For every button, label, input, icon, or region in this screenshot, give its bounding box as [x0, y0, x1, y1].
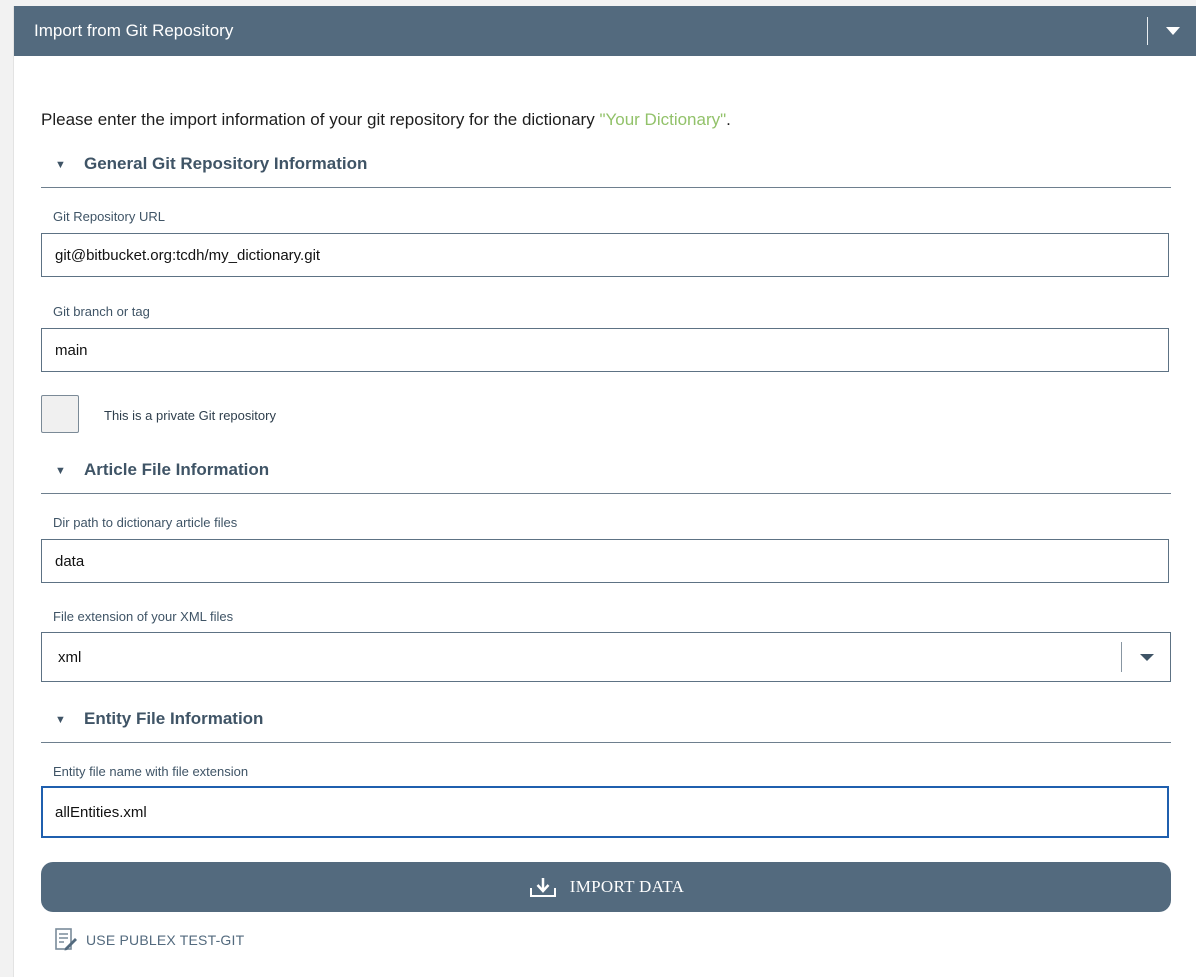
collapse-panel-button[interactable] — [1157, 15, 1189, 47]
dir-path-label: Dir path to dictionary article files — [53, 515, 238, 530]
section-title: General Git Repository Information — [84, 154, 368, 173]
panel-title: Import from Git Repository — [34, 21, 234, 40]
section-article-header[interactable]: ▼ Article File Information — [41, 457, 1171, 494]
section-title: Article File Information — [84, 460, 270, 479]
section-caret-icon: ▼ — [55, 159, 66, 171]
section-general-header[interactable]: ▼ General Git Repository Information — [41, 151, 1171, 188]
section-caret-icon: ▼ — [55, 465, 66, 477]
intro-suffix: . — [726, 110, 731, 129]
intro-prefix: Please enter the import information of y… — [41, 110, 600, 129]
dir-path-input[interactable] — [41, 539, 1169, 583]
import-panel: Import from Git Repository Please enter … — [13, 6, 1196, 977]
entity-file-input[interactable] — [41, 786, 1169, 838]
entity-file-label: Entity file name with file extension — [53, 764, 249, 779]
private-repo-label: This is a private Git repository — [104, 408, 276, 423]
dictionary-name: "Your Dictionary" — [599, 110, 727, 129]
private-repo-checkbox[interactable] — [41, 395, 79, 433]
import-data-label: IMPORT DATA — [569, 877, 685, 896]
use-test-git-link[interactable]: USE PUBLEX TEST-GIT — [54, 927, 244, 953]
file-extension-label: File extension of your XML files — [53, 609, 234, 624]
select-divider — [1121, 642, 1122, 672]
section-title: Entity File Information — [84, 709, 264, 728]
section-caret-icon: ▼ — [55, 714, 66, 726]
repo-url-label: Git Repository URL — [53, 209, 165, 224]
section-entity-header[interactable]: ▼ Entity File Information — [41, 706, 1171, 743]
intro-text: Please enter the import information of y… — [41, 110, 731, 130]
download-icon — [529, 878, 556, 897]
chevron-down-icon — [1166, 27, 1180, 35]
branch-input[interactable] — [41, 328, 1169, 372]
panel-header: Import from Git Repository — [14, 6, 1196, 56]
branch-label: Git branch or tag — [53, 304, 150, 319]
repo-url-input[interactable] — [41, 233, 1169, 277]
use-test-git-label: USE PUBLEX TEST-GIT — [86, 932, 245, 948]
edit-document-icon — [55, 928, 77, 951]
import-data-button[interactable]: IMPORT DATA — [41, 862, 1171, 912]
file-extension-select[interactable]: xml — [41, 632, 1171, 682]
header-divider — [1147, 17, 1148, 45]
chevron-down-icon — [1140, 654, 1154, 661]
file-extension-value: xml — [58, 649, 82, 666]
